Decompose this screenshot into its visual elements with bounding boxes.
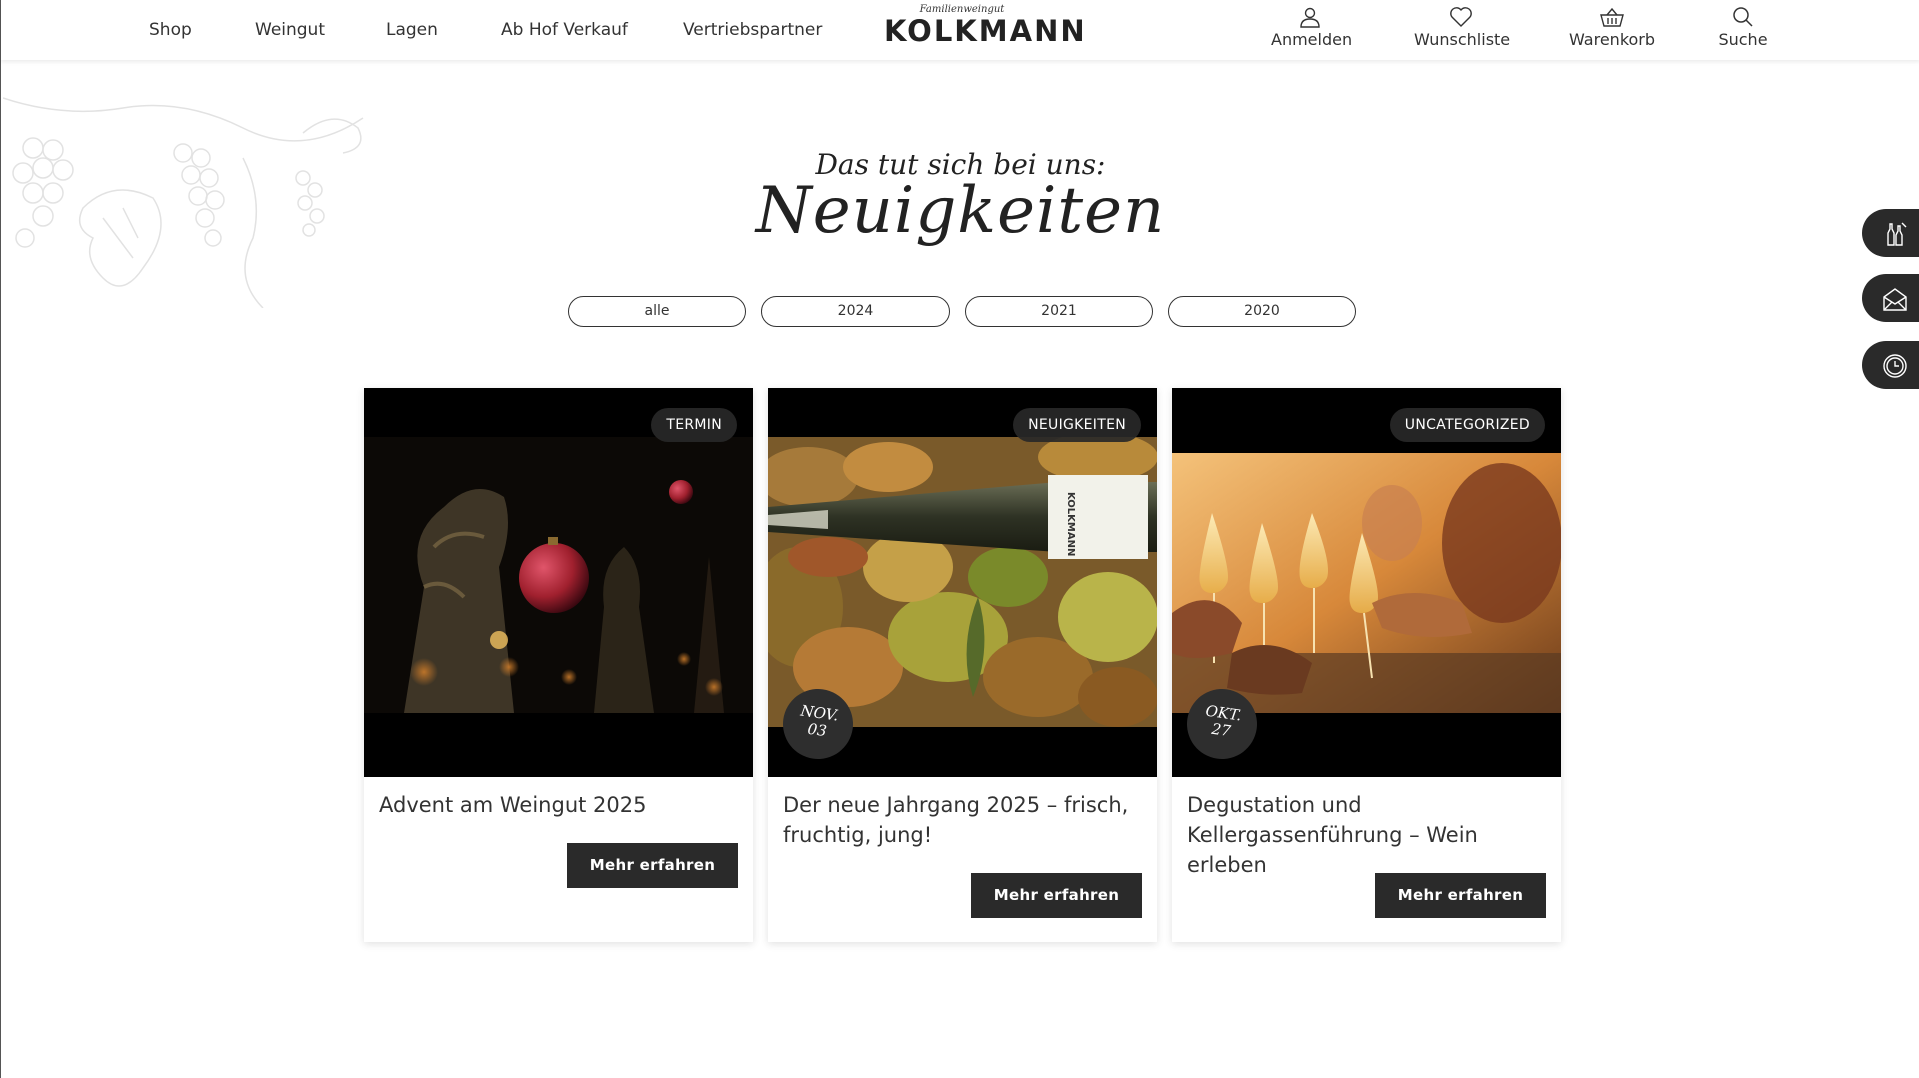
side-tab-wine-finder[interactable] bbox=[1862, 209, 1919, 257]
login-label: Anmelden bbox=[1271, 30, 1353, 49]
side-tab-newsletter[interactable] bbox=[1862, 274, 1919, 322]
wine-bottles-icon bbox=[1887, 222, 1907, 246]
side-tab-opening-hours[interactable] bbox=[1862, 341, 1919, 389]
newsletter-icon bbox=[1883, 288, 1907, 311]
cart-link[interactable]: Warenkorb bbox=[1569, 6, 1655, 49]
read-more-button[interactable]: Mehr erfahren bbox=[971, 873, 1142, 918]
news-card[interactable]: KOLKMANN NEUIGKEITEN NOV. 03 Der neue Ja… bbox=[768, 388, 1157, 942]
nav-vertriebspartner[interactable]: Vertriebspartner bbox=[683, 20, 822, 40]
category-badge: UNCATEGORIZED bbox=[1389, 408, 1545, 442]
site-logo[interactable]: Familienweingut KOLKMANN bbox=[884, 4, 1087, 48]
card-title[interactable]: Der neue Jahrgang 2025 – frisch, fruchti… bbox=[783, 790, 1143, 850]
nav-lagen[interactable]: Lagen bbox=[386, 20, 438, 40]
wine-bottle-leaves-photo: KOLKMANN bbox=[768, 437, 1157, 727]
nav-ab-hof-verkauf[interactable]: Ab Hof Verkauf bbox=[501, 20, 628, 40]
search-link[interactable]: Suche bbox=[1717, 6, 1769, 49]
user-icon bbox=[1300, 7, 1320, 28]
card-image[interactable]: KOLKMANN NEUIGKEITEN NOV. 03 bbox=[768, 388, 1157, 777]
card-title[interactable]: Advent am Weingut 2025 bbox=[379, 790, 739, 820]
card-image[interactable]: UNCATEGORIZED OKT. 27 bbox=[1172, 388, 1561, 777]
news-card[interactable]: UNCATEGORIZED OKT. 27 Degustation und Ke… bbox=[1172, 388, 1561, 942]
filter-2024[interactable]: 2024 bbox=[761, 296, 950, 327]
filter-all[interactable]: alle bbox=[568, 296, 746, 327]
clock-icon bbox=[1883, 354, 1907, 378]
card-image[interactable]: TERMIN bbox=[364, 388, 753, 777]
search-label: Suche bbox=[1718, 30, 1768, 49]
nav-weingut[interactable]: Weingut bbox=[255, 20, 325, 40]
logo-wordmark: KOLKMANN bbox=[884, 14, 1087, 48]
news-card[interactable]: TERMIN Advent am Weingut 2025 Mehr erfah… bbox=[364, 388, 753, 942]
category-badge: TERMIN bbox=[651, 408, 737, 442]
wishlist-label: Wunschliste bbox=[1414, 30, 1511, 49]
cart-label: Warenkorb bbox=[1569, 30, 1656, 49]
site-header: Shop Weingut Lagen Ab Hof Verkauf Vertri… bbox=[1, 0, 1919, 60]
heart-icon bbox=[1450, 7, 1472, 27]
read-more-button[interactable]: Mehr erfahren bbox=[567, 843, 738, 888]
page-title: Neuigkeiten bbox=[755, 174, 1166, 248]
login-link[interactable]: Anmelden bbox=[1271, 6, 1353, 49]
card-title[interactable]: Degustation und Kellergassenführung – We… bbox=[1187, 790, 1547, 880]
read-more-button[interactable]: Mehr erfahren bbox=[1375, 873, 1546, 918]
basket-icon bbox=[1600, 7, 1624, 27]
bottle-label: KOLKMANN bbox=[1065, 492, 1076, 556]
filter-2021[interactable]: 2021 bbox=[965, 296, 1153, 327]
category-badge: NEUIGKEITEN bbox=[1013, 408, 1141, 442]
nav-shop[interactable]: Shop bbox=[149, 20, 192, 40]
advent-vine-photo bbox=[364, 437, 753, 713]
search-icon bbox=[1733, 7, 1753, 27]
toasting-glasses-photo bbox=[1172, 453, 1561, 713]
filter-2020[interactable]: 2020 bbox=[1168, 296, 1356, 327]
wishlist-link[interactable]: Wunschliste bbox=[1414, 6, 1511, 49]
